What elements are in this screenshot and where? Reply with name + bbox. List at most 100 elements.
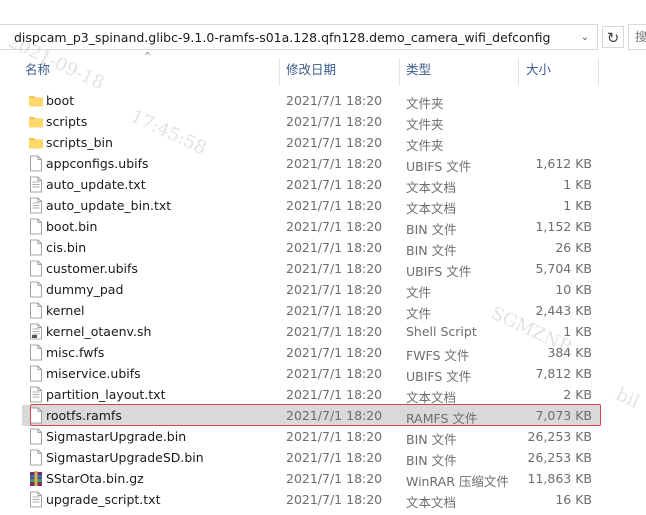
chevron-down-icon[interactable]: ⌄ bbox=[577, 31, 593, 45]
file-icon bbox=[29, 344, 43, 361]
folder-icon bbox=[29, 134, 43, 151]
file-name: SigmastarUpgradeSD.bin bbox=[46, 450, 204, 465]
file-type: BIN 文件 bbox=[406, 222, 457, 237]
file-date: 2021/7/1 18:20 bbox=[286, 219, 383, 234]
file-row[interactable]: appconfigs.ubifs 2021/7/1 18:20 UBIFS 文件 1,… bbox=[22, 153, 600, 174]
column-size[interactable]: 大小 bbox=[526, 52, 551, 88]
file-name: miservice.ubifs bbox=[46, 366, 141, 381]
address-path[interactable]: dispcam_p3_spinand.glibc-9.1.0-ramfs-s01… bbox=[14, 30, 550, 45]
address-bar[interactable]: dispcam_p3_spinand.glibc-9.1.0-ramfs-s01… bbox=[0, 24, 598, 50]
text-file-icon bbox=[29, 176, 43, 193]
search-input[interactable]: 搜 bbox=[628, 24, 646, 50]
file-row[interactable]: kernel 2021/7/1 18:20 文件 2,443 KB bbox=[22, 300, 600, 321]
file-icon bbox=[29, 239, 43, 256]
file-row[interactable]: miservice.ubifs 2021/7/1 18:20 UBIFS 文件 7,8… bbox=[22, 363, 600, 384]
text-file-icon bbox=[29, 386, 43, 403]
file-size: 16 KB bbox=[555, 492, 592, 507]
file-row[interactable]: SStarOta.bin.gz 2021/7/1 18:20 WinRAR 压缩文件… bbox=[22, 468, 600, 489]
file-name: auto_update.txt bbox=[46, 177, 146, 192]
file-name: SigmastarUpgrade.bin bbox=[46, 429, 187, 444]
file-date: 2021/7/1 18:20 bbox=[286, 156, 383, 171]
file-row[interactable]: boot 2021/7/1 18:20 文件夹 bbox=[22, 90, 600, 111]
file-type: BIN 文件 bbox=[406, 453, 457, 468]
file-type: 文件夹 bbox=[406, 96, 444, 111]
file-date: 2021/7/1 18:20 bbox=[286, 429, 383, 444]
column-divider[interactable] bbox=[518, 58, 519, 86]
file-type: UBIFS 文件 bbox=[406, 264, 472, 279]
file-row[interactable]: partition_layout.txt 2021/7/1 18:20 文本文档 2 … bbox=[22, 384, 600, 405]
file-icon bbox=[29, 281, 43, 298]
file-size: 5,704 KB bbox=[535, 261, 592, 276]
file-date: 2021/7/1 18:20 bbox=[286, 261, 383, 276]
file-date: 2021/7/1 18:20 bbox=[286, 240, 383, 255]
file-date: 2021/7/1 18:20 bbox=[286, 282, 383, 297]
text-file-icon bbox=[29, 197, 43, 214]
file-date: 2021/7/1 18:20 bbox=[286, 387, 383, 402]
file-date: 2021/7/1 18:20 bbox=[286, 345, 383, 360]
file-type: UBIFS 文件 bbox=[406, 159, 472, 174]
highlight-annotation bbox=[30, 404, 601, 426]
file-row[interactable]: auto_update_bin.txt 2021/7/1 18:20 文本文档 1 K… bbox=[22, 195, 600, 216]
column-type[interactable]: 类型 bbox=[406, 52, 431, 88]
file-date: 2021/7/1 18:20 bbox=[286, 93, 383, 108]
refresh-icon[interactable]: ↻ bbox=[602, 26, 624, 48]
file-type: 文本文档 bbox=[406, 201, 457, 216]
column-divider[interactable] bbox=[399, 58, 400, 86]
file-row[interactable]: upgrade_script.txt 2021/7/1 18:20 文本文档 16 K… bbox=[22, 489, 600, 510]
file-row[interactable]: scripts_bin 2021/7/1 18:20 文件夹 bbox=[22, 132, 600, 153]
file-size: 1,152 KB bbox=[535, 219, 592, 234]
file-name: scripts_bin bbox=[46, 135, 113, 150]
file-type: BIN 文件 bbox=[406, 432, 457, 447]
file-row[interactable]: auto_update.txt 2021/7/1 18:20 文本文档 1 KB bbox=[22, 174, 600, 195]
file-type: UBIFS 文件 bbox=[406, 369, 472, 384]
file-icon bbox=[29, 449, 43, 466]
file-date: 2021/7/1 18:20 bbox=[286, 114, 383, 129]
file-size: 11,863 KB bbox=[527, 471, 592, 486]
file-row[interactable]: cis.bin 2021/7/1 18:20 BIN 文件 26 KB bbox=[22, 237, 600, 258]
file-size: 2 KB bbox=[563, 387, 592, 402]
file-name: boot bbox=[46, 93, 75, 108]
column-divider[interactable] bbox=[598, 58, 599, 86]
file-icon bbox=[29, 155, 43, 172]
column-divider[interactable] bbox=[279, 58, 280, 86]
file-row[interactable]: boot.bin 2021/7/1 18:20 BIN 文件 1,152 KB bbox=[22, 216, 600, 237]
file-type: 文本文档 bbox=[406, 180, 457, 195]
file-date: 2021/7/1 18:20 bbox=[286, 177, 383, 192]
file-icon bbox=[29, 218, 43, 235]
file-row[interactable]: kernel_otaenv.sh 2021/7/1 18:20 Shell Scri… bbox=[22, 321, 600, 342]
file-row[interactable]: dummy_pad 2021/7/1 18:20 文件 10 KB bbox=[22, 279, 600, 300]
winrar-archive-icon bbox=[29, 470, 43, 487]
file-name: auto_update_bin.txt bbox=[46, 198, 172, 213]
file-icon bbox=[29, 365, 43, 382]
file-name: dummy_pad bbox=[46, 282, 124, 297]
file-type: 文本文档 bbox=[406, 495, 457, 510]
file-size: 26,253 KB bbox=[527, 450, 592, 465]
file-date: 2021/7/1 18:20 bbox=[286, 450, 383, 465]
file-date: 2021/7/1 18:20 bbox=[286, 198, 383, 213]
column-date[interactable]: 修改日期 bbox=[286, 52, 336, 88]
file-icon bbox=[29, 260, 43, 277]
file-row[interactable]: misc.fwfs 2021/7/1 18:20 FWFS 文件 384 KB bbox=[22, 342, 600, 363]
file-name: SStarOta.bin.gz bbox=[46, 471, 144, 486]
file-size: 7,812 KB bbox=[535, 366, 592, 381]
file-size: 2,443 KB bbox=[535, 303, 592, 318]
column-name[interactable]: 名称 bbox=[25, 52, 50, 88]
file-size: 1 KB bbox=[563, 324, 592, 339]
file-name: misc.fwfs bbox=[46, 345, 105, 360]
file-size: 1,612 KB bbox=[535, 156, 592, 171]
file-name: customer.ubifs bbox=[46, 261, 138, 276]
file-row[interactable]: SigmastarUpgradeSD.bin 2021/7/1 18:20 BIN … bbox=[22, 447, 600, 468]
file-size: 10 KB bbox=[555, 282, 592, 297]
file-row[interactable]: customer.ubifs 2021/7/1 18:20 UBIFS 文件 5,70… bbox=[22, 258, 600, 279]
file-date: 2021/7/1 18:20 bbox=[286, 303, 383, 318]
watermark-extra: bil bbox=[612, 384, 643, 413]
file-name: cis.bin bbox=[46, 240, 87, 255]
script-file-icon bbox=[29, 323, 43, 340]
file-icon bbox=[29, 302, 43, 319]
file-row[interactable]: SigmastarUpgrade.bin 2021/7/1 18:20 BIN 文件… bbox=[22, 426, 600, 447]
file-row[interactable]: scripts 2021/7/1 18:20 文件夹 bbox=[22, 111, 600, 132]
file-type: WinRAR 压缩文件 bbox=[406, 474, 509, 489]
file-name: boot.bin bbox=[46, 219, 98, 234]
file-type: 文件夹 bbox=[406, 117, 444, 132]
file-date: 2021/7/1 18:20 bbox=[286, 135, 383, 150]
